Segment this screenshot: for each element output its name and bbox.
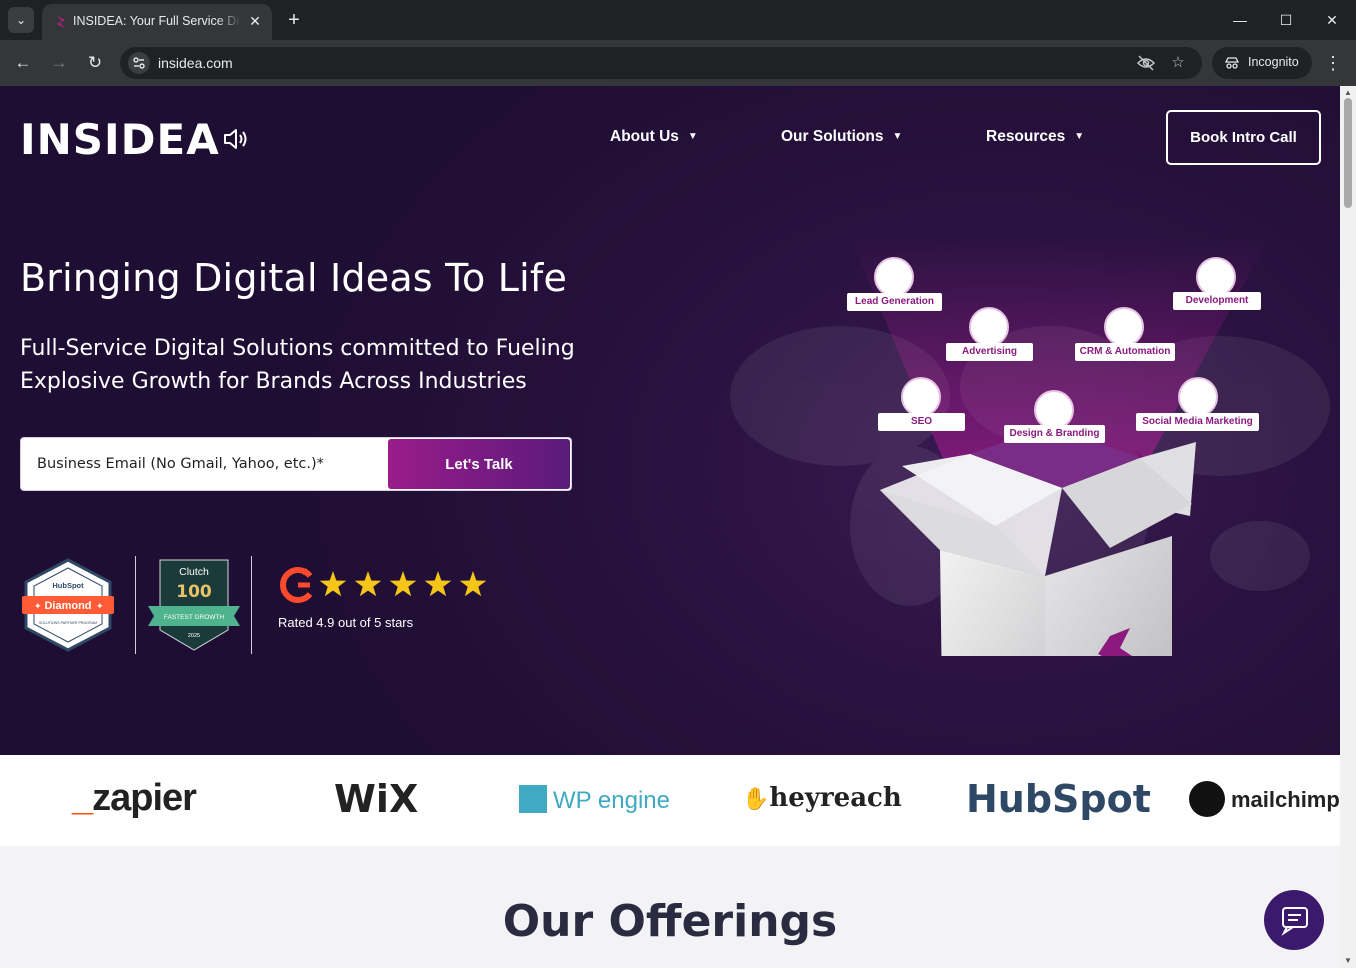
- minimize-button[interactable]: —: [1228, 8, 1252, 32]
- close-window-button[interactable]: ✕: [1320, 8, 1344, 32]
- social-media-marketing-icon: [1178, 377, 1218, 417]
- active-tab[interactable]: INSIDEA: Your Full Service Digital ✕: [42, 4, 272, 40]
- service-seo: SEO: [878, 413, 965, 431]
- svg-text:✦: ✦: [96, 602, 104, 612]
- wpengine-logo: WP engine: [519, 785, 670, 815]
- g2-rating: 2: [280, 567, 487, 603]
- svg-text:2: 2: [303, 567, 308, 577]
- clutch-badge-number: 100: [176, 582, 212, 602]
- chat-icon: [1281, 907, 1308, 936]
- eye-off-icon[interactable]: [1136, 53, 1156, 73]
- wpengine-logo-text: WP engine: [553, 787, 670, 814]
- g2-logo-icon: 2: [280, 567, 313, 603]
- mailchimp-logo: mailchimp: [1189, 781, 1340, 817]
- design-branding-icon: [1034, 390, 1074, 430]
- lets-talk-button[interactable]: Let's Talk: [388, 439, 570, 489]
- badge-divider: [135, 556, 136, 654]
- insidea-favicon-icon: [57, 16, 65, 28]
- hubspot-badge-brand: HubSpot: [52, 581, 84, 590]
- star-icon: [389, 571, 417, 597]
- zapier-logo-text: zapier: [92, 777, 197, 819]
- nav-resources[interactable]: Resources ▼: [986, 128, 1084, 146]
- svg-text:✦: ✦: [34, 602, 42, 612]
- nav-about-us[interactable]: About Us ▼: [610, 128, 698, 146]
- mailchimp-logo-text: mailchimp: [1231, 787, 1340, 812]
- insidea-logo[interactable]: INSIDEA: [20, 118, 220, 162]
- browser-toolbar: ← → ↻ insidea.com ☆ Incognito ⋮: [0, 40, 1356, 86]
- hero-subtitle: Full-Service Digital Solutions committed…: [20, 336, 575, 394]
- clutch-100-badge: Clutch 100 FASTEST GROWTH 2025: [148, 559, 240, 651]
- address-bar[interactable]: insidea.com ☆: [120, 47, 1202, 79]
- chevron-down-icon: ▼: [1074, 131, 1085, 142]
- nav-our-solutions[interactable]: Our Solutions ▼: [781, 128, 902, 146]
- book-intro-call-button[interactable]: Book Intro Call: [1166, 110, 1321, 165]
- seo-icon: [901, 377, 941, 417]
- star-icon: [319, 571, 347, 597]
- scroll-up-arrow-icon[interactable]: ▲: [1343, 88, 1353, 98]
- partner-logos-strip: _zapier WiX WP engine ✋heyreach HubSpot …: [0, 755, 1340, 846]
- site-info-icon[interactable]: [128, 52, 150, 74]
- service-development: Development: [1173, 292, 1261, 310]
- hubspot-badge-caption: SOLUTIONS PARTNER PROGRAM: [39, 621, 97, 625]
- tab-bar: ⌄ INSIDEA: Your Full Service Digital ✕ +…: [0, 0, 1356, 40]
- reload-button[interactable]: ↻: [82, 50, 108, 76]
- maximize-button[interactable]: ☐: [1274, 8, 1298, 32]
- browser-chrome: ⌄ INSIDEA: Your Full Service Digital ✕ +…: [0, 0, 1356, 86]
- chevron-down-icon: ▼: [892, 131, 903, 142]
- bookmark-star-icon[interactable]: ☆: [1168, 53, 1188, 73]
- tab-search-button[interactable]: ⌄: [8, 7, 34, 33]
- incognito-label: Incognito: [1248, 55, 1299, 69]
- back-button[interactable]: ←: [10, 50, 36, 76]
- scrollbar-thumb[interactable]: [1344, 98, 1352, 208]
- heyreach-logo: ✋heyreach: [742, 783, 902, 813]
- hubspot-badge-tier: Diamond: [44, 600, 91, 612]
- hubspot-diamond-badge: HubSpot Diamond ✦ ✦ SOLUTIONS PARTNER PR…: [22, 558, 114, 652]
- service-design-branding: Design & Branding: [1004, 425, 1105, 443]
- nav-about-us-label: About Us: [610, 128, 679, 145]
- service-lead-generation: Lead Generation: [847, 293, 942, 311]
- page-scrollbar[interactable]: ▲ ▼: [1340, 86, 1356, 968]
- url-text: insidea.com: [158, 55, 233, 71]
- nav-our-solutions-label: Our Solutions: [781, 128, 884, 145]
- page-viewport: INSIDEA About Us ▼ Our Solutions ▼ Resourc…: [0, 86, 1356, 968]
- development-icon: [1196, 257, 1236, 297]
- incognito-icon: [1224, 57, 1240, 69]
- service-advertising: Advertising: [946, 343, 1033, 361]
- incognito-indicator[interactable]: Incognito: [1212, 47, 1312, 79]
- new-tab-button[interactable]: +: [284, 9, 304, 31]
- star-icon: [424, 571, 452, 597]
- clutch-badge-ribbon: FASTEST GROWTH: [164, 614, 224, 621]
- service-social-media-marketing: Social Media Marketing: [1136, 413, 1259, 431]
- badge-divider: [251, 556, 252, 654]
- email-signup-form: Let's Talk: [20, 437, 572, 491]
- tab-close-icon[interactable]: ✕: [246, 12, 264, 30]
- clutch-badge-brand: Clutch: [179, 566, 209, 578]
- star-icon: [354, 571, 382, 597]
- chat-widget-button[interactable]: [1264, 890, 1324, 950]
- forward-button[interactable]: →: [46, 50, 72, 76]
- zapier-logo: _zapier: [72, 777, 197, 819]
- heyreach-logo-text: heyreach: [769, 783, 902, 813]
- business-email-input[interactable]: [22, 439, 386, 489]
- g2-rating-text: Rated 4.9 out of 5 stars: [278, 615, 414, 630]
- advertising-icon: [969, 307, 1009, 347]
- crm-automation-icon: [1104, 307, 1144, 347]
- lead-generation-icon: [874, 257, 914, 297]
- our-offerings-heading: Our Offerings: [502, 896, 838, 947]
- nav-resources-label: Resources: [986, 128, 1066, 145]
- star-icon: [459, 571, 487, 597]
- hero-section: INSIDEA About Us ▼ Our Solutions ▼ Resourc…: [0, 86, 1340, 755]
- clutch-badge-year: 2025: [188, 633, 200, 639]
- tab-title: INSIDEA: Your Full Service Digital: [73, 14, 241, 28]
- service-crm-automation: CRM & Automation: [1075, 343, 1175, 361]
- browser-menu-icon[interactable]: ⋮: [1322, 50, 1344, 76]
- hero-title: Bringing Digital Ideas To Life: [20, 256, 568, 300]
- chevron-down-icon: ▼: [687, 131, 698, 142]
- hubspot-logo: HubSpot: [966, 777, 1151, 821]
- wix-logo: WiX: [334, 777, 419, 821]
- speaker-icon[interactable]: [222, 126, 250, 152]
- scroll-down-arrow-icon[interactable]: ▼: [1343, 956, 1353, 966]
